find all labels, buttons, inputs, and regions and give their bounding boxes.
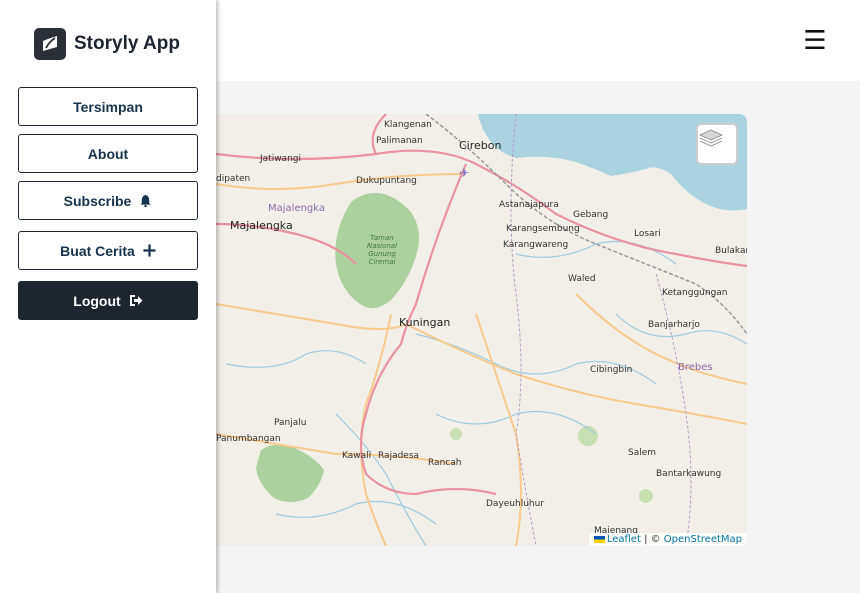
bell-icon — [139, 194, 152, 207]
app-title: Storyly App — [74, 33, 180, 54]
place-label: Banjarharjo — [648, 320, 700, 330]
place-label: Jatiwangi — [260, 154, 301, 164]
place-label: Bulakam — [715, 246, 747, 256]
layers-icon — [699, 129, 723, 147]
place-label: Karangwareng — [503, 240, 569, 250]
place-label: Salem — [628, 448, 657, 458]
about-label: About — [87, 145, 129, 162]
saved-button[interactable]: Tersimpan — [18, 87, 198, 126]
hamburger-icon[interactable]: ☰ — [800, 26, 830, 56]
place-label: Dayeuhluhur — [486, 499, 545, 509]
plus-icon — [143, 244, 156, 257]
osm-link[interactable]: OpenStreetMap — [664, 534, 742, 545]
attribution-separator: | © — [640, 534, 664, 545]
sidebar-drawer: Storyly App Tersimpan About Subscribe Bu… — [0, 0, 216, 593]
place-label: dipaten — [216, 174, 251, 184]
subscribe-button[interactable]: Subscribe — [18, 181, 198, 220]
map-view[interactable]: Klangenan Palimanan Cirebon Jatiwangi di… — [216, 114, 747, 546]
place-label: Losari — [634, 229, 661, 239]
leaflet-link[interactable]: Leaflet — [607, 534, 641, 545]
place-label: Cirebon — [459, 139, 502, 152]
saved-label: Tersimpan — [73, 98, 143, 115]
park-label-line: Taman — [370, 234, 394, 242]
place-label: Majalengka — [230, 219, 293, 232]
place-label: Waled — [568, 274, 596, 284]
app-logo-icon — [34, 28, 66, 60]
logout-label: Logout — [73, 292, 121, 309]
place-label: Astanajapura — [499, 200, 559, 210]
place-label: Kawali — [342, 451, 372, 461]
logout-button[interactable]: Logout — [18, 281, 198, 320]
subscribe-label: Subscribe — [63, 192, 132, 209]
place-label: Ketanggungan — [662, 288, 728, 298]
place-label: Dukupuntang — [356, 176, 417, 186]
park-label-line: Ciremai — [368, 258, 396, 266]
airport-icon: ✈ — [459, 166, 470, 180]
place-label: Karangsembung — [506, 224, 580, 234]
sign-out-icon — [129, 294, 143, 307]
place-label: Klangenan — [384, 120, 432, 130]
map-tiles — [216, 114, 747, 546]
place-label: Palimanan — [376, 136, 423, 146]
place-label: Gebang — [573, 210, 609, 220]
place-label: Rajadesa — [378, 451, 420, 461]
ukraine-flag-icon — [593, 535, 605, 543]
place-label: Panumbangan — [216, 434, 281, 444]
place-label: Cibingbin — [590, 365, 633, 375]
brand[interactable]: Storyly App — [34, 28, 180, 60]
place-label: Panjalu — [274, 418, 307, 428]
place-label: Kuningan — [399, 316, 451, 329]
park-label: Taman Nasional Gunung Ciremai — [354, 234, 410, 266]
place-label: Bantarkawung — [656, 469, 722, 479]
place-label: Brebes — [678, 362, 713, 373]
place-label: Rancah — [428, 458, 462, 468]
park-label-line: Gunung — [368, 250, 396, 258]
about-button[interactable]: About — [18, 134, 198, 173]
create-story-button[interactable]: Buat Cerita — [18, 231, 198, 270]
create-story-label: Buat Cerita — [60, 242, 135, 259]
place-label: Majalengka — [268, 203, 326, 214]
map-attribution: Leaflet | © OpenStreetMap — [588, 533, 747, 546]
layers-control-button[interactable] — [696, 123, 738, 165]
park-label-line: Nasional — [366, 242, 398, 250]
